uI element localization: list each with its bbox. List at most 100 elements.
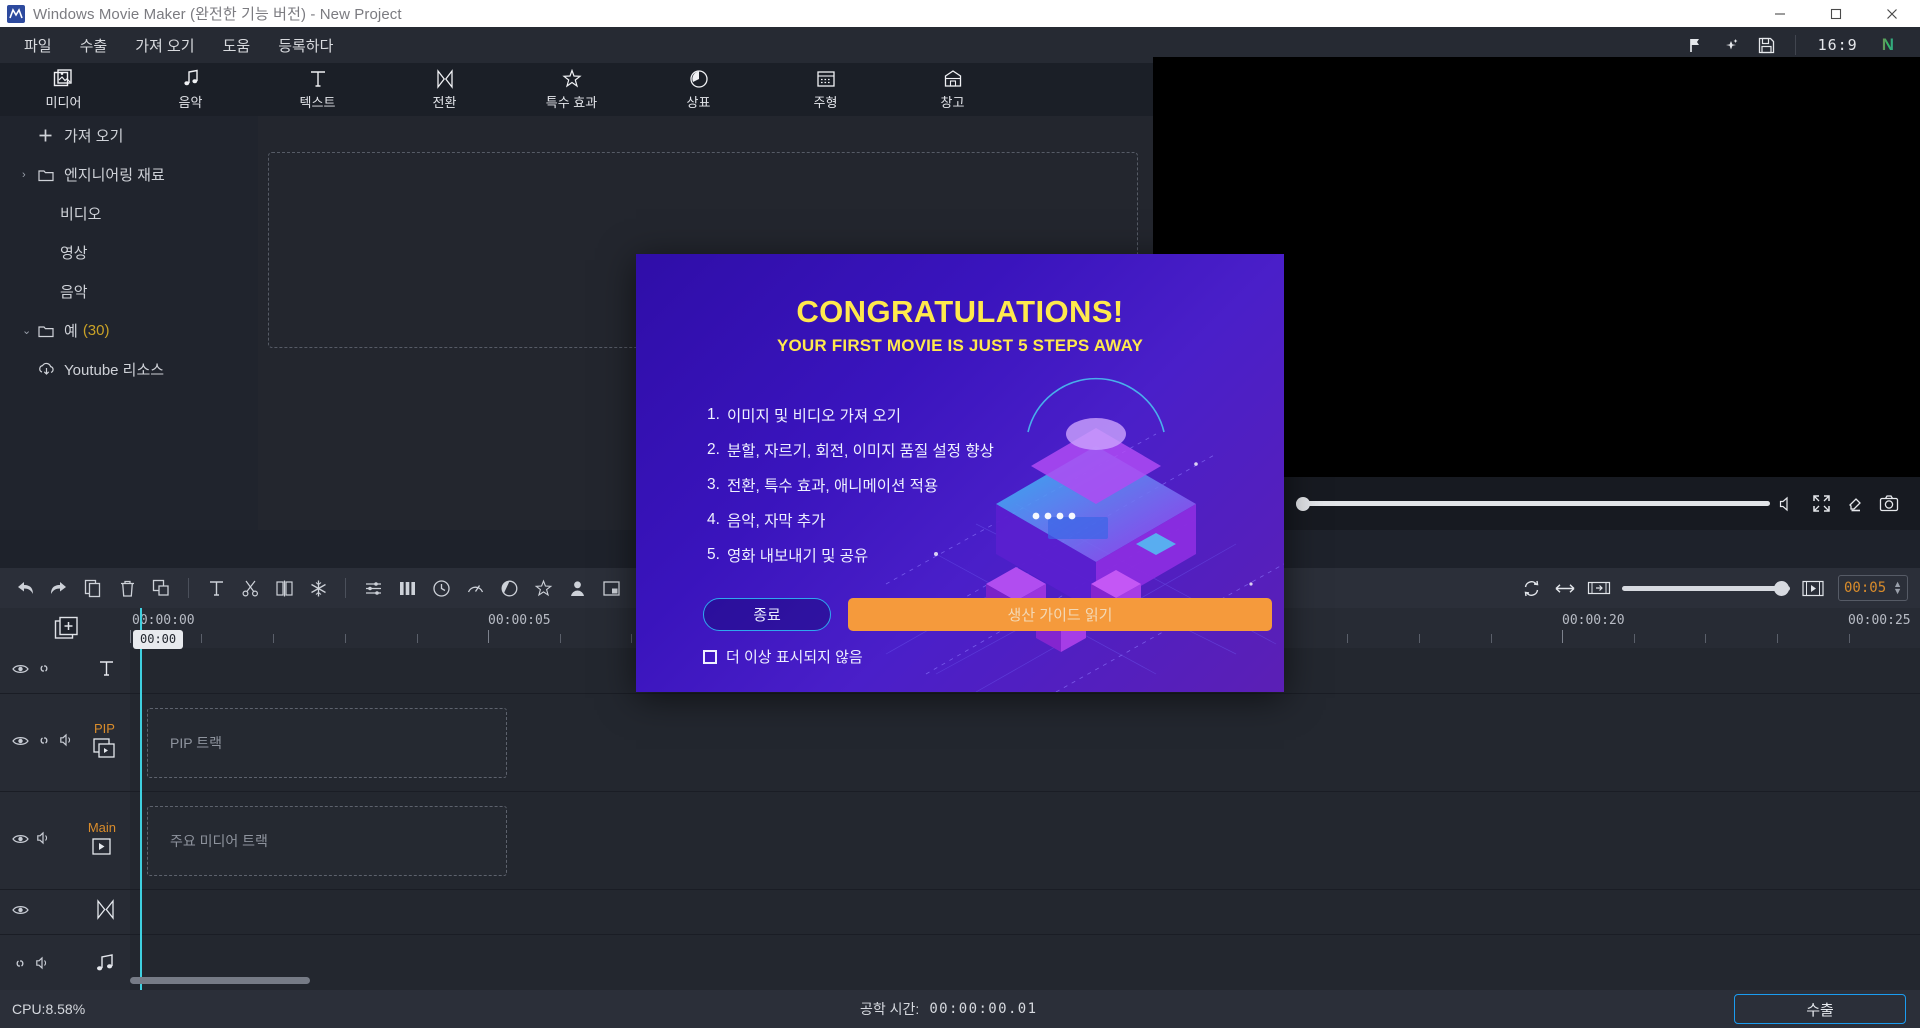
player-seek-slider[interactable]	[1295, 496, 1770, 512]
step-number-3: 3.	[707, 475, 720, 493]
sidebar-item-audio[interactable]: 음악	[0, 272, 258, 311]
color-drop-icon[interactable]	[1838, 487, 1872, 521]
congratulations-dialog[interactable]: CONGRATULATIONS! YOUR FIRST MOVIE IS JUS…	[636, 254, 1284, 692]
sidebar-label-video: 비디오	[60, 206, 102, 223]
track-body-audio[interactable]	[130, 935, 1920, 997]
dialog-dont-show-again[interactable]: 더 이상 표시되지 않음	[703, 646, 863, 667]
track-header-text[interactable]	[0, 648, 130, 694]
link-icon[interactable]	[12, 957, 28, 975]
sidebar-item-image[interactable]: 영상	[0, 233, 258, 272]
aspect-ratio-label[interactable]: 16:9	[1806, 36, 1870, 54]
timeline-zoom-track	[1622, 585, 1790, 591]
ribbon-tab-template[interactable]: 주형	[762, 63, 889, 116]
eye-icon[interactable]	[12, 903, 29, 921]
spinner-icon[interactable]: ▲ ▼	[1893, 580, 1902, 596]
undo-icon[interactable]	[8, 571, 42, 605]
sidebar-item-samples[interactable]: ⌄ 예 (30)	[0, 311, 258, 350]
ribbon-tab-effects[interactable]: 특수 효과	[508, 63, 635, 116]
menu-item-import[interactable]: 가져 오기	[121, 27, 208, 63]
menu-item-help[interactable]: 도움	[209, 27, 265, 63]
pip-layers-icon	[93, 738, 116, 764]
adjust-sliders-icon[interactable]	[356, 571, 390, 605]
speed-gauge-icon[interactable]	[458, 571, 492, 605]
chevron-down-icon[interactable]: ⌄	[22, 324, 38, 337]
star-effect-icon[interactable]	[526, 571, 560, 605]
ribbon-tab-text[interactable]: 텍스트	[254, 63, 381, 116]
player-seek-knob[interactable]	[1295, 496, 1310, 511]
pip-track-placeholder[interactable]: PIP 트랙	[147, 708, 507, 778]
render-time-group: 공학 시간: 00:00:00.01	[860, 999, 1037, 1019]
link-icon[interactable]	[36, 734, 52, 752]
ribbon-tab-store[interactable]: 창고	[889, 63, 1016, 116]
dialog-read-guide-button[interactable]: 생산 가이드 읽기	[848, 598, 1272, 631]
track-body-transition[interactable]	[130, 890, 1920, 935]
ribbon-tab-trademark[interactable]: 상표	[635, 63, 762, 116]
pip-icon[interactable]	[594, 571, 628, 605]
playhead[interactable]	[140, 608, 142, 997]
track-header-pip[interactable]: PIP	[0, 694, 130, 792]
columns-icon[interactable]	[390, 571, 424, 605]
cpu-usage-label: CPU:8.58%	[12, 1001, 86, 1017]
warehouse-store-icon	[943, 69, 963, 90]
delete-trash-icon[interactable]	[110, 571, 144, 605]
camera-icon[interactable]	[1872, 487, 1906, 521]
color-tilt-icon[interactable]	[492, 571, 526, 605]
sidebar-item-youtube-resources[interactable]: Youtube 리소스	[0, 350, 258, 389]
eye-icon[interactable]	[12, 734, 29, 752]
minimize-button[interactable]	[1752, 0, 1808, 27]
text-t-icon	[308, 69, 328, 90]
track-body-main[interactable]: 주요 미디어 트랙	[130, 792, 1920, 890]
speaker-icon[interactable]	[36, 831, 52, 850]
timeline-horizontal-scrollbar[interactable]	[130, 977, 310, 984]
volume-icon[interactable]	[1770, 487, 1804, 521]
fit-width-icon[interactable]	[1548, 571, 1582, 605]
maximize-button[interactable]	[1808, 0, 1864, 27]
ribbon-tab-transition[interactable]: 전환	[381, 63, 508, 116]
close-button[interactable]	[1864, 0, 1920, 27]
add-track-icon[interactable]	[52, 614, 82, 644]
ribbon-tab-media[interactable]: 미디어	[0, 63, 127, 116]
eye-icon[interactable]	[12, 662, 29, 680]
eye-icon[interactable]	[12, 832, 29, 850]
trademark-droplet-icon	[689, 69, 709, 90]
fullscreen-icon[interactable]	[1804, 487, 1838, 521]
text-t-icon[interactable]	[199, 571, 233, 605]
ribbon-tab-music[interactable]: 음악	[127, 63, 254, 116]
person-mask-icon[interactable]	[560, 571, 594, 605]
menu-item-file[interactable]: 파일	[10, 27, 66, 63]
redo-icon[interactable]	[42, 571, 76, 605]
track-header-audio[interactable]	[0, 935, 130, 997]
main-track-placeholder[interactable]: 주요 미디어 트랙	[147, 806, 507, 876]
refresh-sync-icon[interactable]	[1514, 571, 1548, 605]
track-body-pip[interactable]: PIP 트랙	[130, 694, 1920, 792]
clip-preview-icon[interactable]	[1796, 571, 1830, 605]
sidebar-item-import[interactable]: 가져 오기	[0, 116, 258, 155]
export-button[interactable]: 수출	[1734, 994, 1906, 1024]
track-header-transition[interactable]	[0, 890, 130, 935]
sidebar: 가져 오기 › 엔지니어링 재료 비디오 영상 음악 ⌄ 예 (30) Yout…	[0, 116, 258, 530]
crop-rotate-icon[interactable]	[144, 571, 178, 605]
music-note-icon	[94, 953, 116, 979]
clip-duration-field[interactable]: 00:05 ▲ ▼	[1838, 575, 1908, 601]
menu-item-register[interactable]: 등록하다	[264, 27, 347, 63]
zoom-out-clip-icon[interactable]	[1582, 571, 1616, 605]
chevron-right-icon[interactable]: ›	[22, 169, 38, 181]
copy-icon[interactable]	[76, 571, 110, 605]
step-number-1: 1.	[707, 405, 720, 423]
checkbox-icon[interactable]	[703, 649, 717, 664]
clock-icon[interactable]	[424, 571, 458, 605]
timeline-zoom-knob[interactable]	[1774, 581, 1789, 596]
dialog-exit-button[interactable]: 종료	[703, 598, 831, 631]
step-number-5: 5.	[707, 545, 720, 563]
sidebar-item-video[interactable]: 비디오	[0, 194, 258, 233]
menu-item-export[interactable]: 수출	[66, 27, 122, 63]
track-header-main[interactable]: Main	[0, 792, 130, 890]
speaker-icon[interactable]	[59, 733, 75, 752]
freeze-snowflake-icon[interactable]	[301, 571, 335, 605]
scissors-split-icon[interactable]	[233, 571, 267, 605]
sidebar-item-engineering-materials[interactable]: › 엔지니어링 재료	[0, 155, 258, 194]
split-film-icon[interactable]	[267, 571, 301, 605]
timeline-zoom-slider[interactable]	[1622, 580, 1790, 596]
speaker-icon[interactable]	[35, 956, 51, 975]
link-icon[interactable]	[36, 662, 52, 680]
